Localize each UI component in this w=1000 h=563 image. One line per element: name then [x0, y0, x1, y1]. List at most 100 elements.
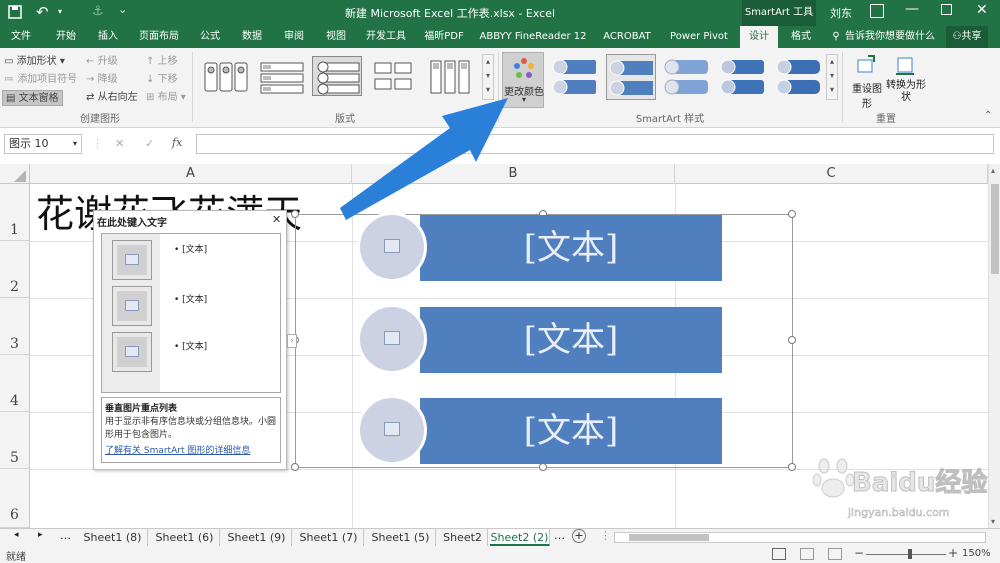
smartart-text-shape-1[interactable]: [文本]	[420, 215, 722, 281]
picture-placeholder-icon[interactable]	[384, 331, 400, 345]
move-up-button[interactable]: ↑ 上移	[146, 54, 178, 70]
zoom-slider-thumb[interactable]	[908, 549, 912, 559]
style-gallery-item-2-selected[interactable]	[606, 54, 656, 100]
cancel-icon[interactable]: ✕	[115, 137, 124, 150]
add-shape-button[interactable]: ▭ 添加形状 ▾	[4, 54, 65, 70]
style-gallery-item-4[interactable]	[718, 54, 768, 100]
normal-view-icon[interactable]	[772, 548, 786, 560]
scroll-up-icon[interactable]: ▴	[991, 166, 995, 175]
maximize-icon[interactable]	[941, 4, 952, 15]
tab-file[interactable]: 文件	[2, 26, 40, 48]
text-pane-bullet-2[interactable]: • [文本]	[174, 292, 207, 305]
scroll-tabs-left-icon[interactable]: ◂	[14, 530, 19, 540]
close-icon[interactable]: ✕	[976, 2, 988, 18]
tab-developer[interactable]: 开发工具	[360, 26, 412, 48]
picture-placeholder-icon[interactable]	[384, 422, 400, 436]
undo-icon[interactable]: ↶	[36, 3, 54, 21]
zoom-level[interactable]: 150%	[962, 548, 991, 559]
tab-insert[interactable]: 插入	[88, 26, 128, 48]
share-button[interactable]: ⚇共享	[946, 26, 988, 48]
text-pane-bullet-1[interactable]: • [文本]	[174, 242, 207, 255]
customize-qat-icon[interactable]: ⌄	[118, 3, 127, 16]
style-gallery-scroll[interactable]: ▴ ▾ ▾	[826, 54, 838, 100]
style-gallery-item-1[interactable]	[550, 54, 600, 100]
text-pane-picture-thumb-1[interactable]	[112, 240, 152, 280]
resize-handle[interactable]	[291, 463, 299, 471]
save-icon[interactable]	[8, 5, 22, 19]
tab-abbyy[interactable]: ABBYY FineReader 12	[478, 26, 588, 48]
vertical-scrollbar-thumb[interactable]	[991, 184, 999, 274]
sheet-tab[interactable]: Sheet1 (8)	[78, 529, 148, 546]
scroll-down-icon[interactable]: ▾	[991, 517, 995, 526]
close-icon[interactable]: ✕	[272, 213, 281, 226]
demote-button[interactable]: → 降级	[86, 72, 118, 88]
tab-formulas[interactable]: 公式	[192, 26, 228, 48]
formula-input[interactable]	[196, 134, 994, 154]
enter-icon[interactable]: ✓	[145, 137, 154, 150]
picture-placeholder-icon[interactable]	[384, 239, 400, 253]
page-break-view-icon[interactable]	[828, 548, 842, 560]
sheet-tab[interactable]: Sheet2	[438, 529, 488, 546]
row-header-1[interactable]: 1	[0, 184, 30, 241]
more-sheets-icon[interactable]: …	[60, 529, 71, 542]
column-header-a[interactable]: A	[30, 164, 352, 184]
horizontal-scrollbar-thumb[interactable]	[629, 534, 709, 541]
tab-data[interactable]: 数据	[234, 26, 270, 48]
page-layout-view-icon[interactable]	[800, 548, 814, 560]
tell-me-box[interactable]: 告诉我你想要做什么	[842, 26, 938, 48]
tab-review[interactable]: 审阅	[276, 26, 312, 48]
collapse-ribbon-icon[interactable]: ⌃	[984, 110, 992, 121]
right-to-left-button[interactable]: ⇄ 从右向左	[86, 90, 138, 106]
layout-gallery-item-2[interactable]	[256, 56, 306, 96]
smartart-text-shape-3[interactable]: [文本]	[420, 398, 722, 464]
layout-gallery-item-1[interactable]	[200, 56, 250, 96]
layout-button[interactable]: ⊞ 布局 ▾	[146, 90, 186, 106]
vertical-scrollbar[interactable]: ▴ ▾	[988, 164, 1000, 528]
row-header-6[interactable]: 6	[0, 469, 30, 528]
fx-icon[interactable]: fx	[172, 136, 182, 149]
move-down-button[interactable]: ↓ 下移	[146, 72, 178, 88]
zoom-slider[interactable]	[866, 554, 946, 555]
add-bullet-button[interactable]: ≔ 添加项目符号	[4, 72, 77, 88]
resize-handle[interactable]	[788, 463, 796, 471]
resize-handle[interactable]	[788, 210, 796, 218]
sheet-tab[interactable]: Sheet1 (6)	[150, 529, 220, 546]
reset-graphic-button[interactable]: 重设图形	[848, 54, 886, 110]
tab-home[interactable]: 开始	[46, 26, 86, 48]
text-pane-edit-area[interactable]: • [文本] • [文本] • [文本]	[101, 233, 281, 393]
style-gallery-item-3[interactable]	[662, 54, 712, 100]
zoom-out-icon[interactable]: −	[854, 546, 864, 560]
style-gallery-item-5[interactable]	[774, 54, 824, 100]
tab-foxit-pdf[interactable]: 福昕PDF	[418, 26, 470, 48]
tab-page-layout[interactable]: 页面布局	[132, 26, 186, 48]
zoom-in-icon[interactable]: +	[948, 546, 958, 560]
resize-handle[interactable]	[291, 210, 299, 218]
tab-acrobat[interactable]: ACROBAT	[596, 26, 658, 48]
more-sheets-icon[interactable]: …	[554, 529, 565, 542]
tab-power-pivot[interactable]: Power Pivot	[666, 26, 732, 48]
row-header-4[interactable]: 4	[0, 355, 30, 412]
tab-format[interactable]: 格式	[784, 26, 818, 48]
user-name[interactable]: 刘东	[830, 5, 852, 21]
redo-icon[interactable]: ⚓	[92, 3, 106, 21]
ribbon-display-options-icon[interactable]	[870, 4, 884, 18]
smartart-text-shape-2[interactable]: [文本]	[420, 307, 722, 373]
select-all-button[interactable]	[0, 164, 30, 184]
name-box[interactable]: 图示 10 ▾	[4, 134, 82, 154]
tab-view[interactable]: 视图	[318, 26, 354, 48]
tab-splitter-icon[interactable]: ⋮	[600, 529, 611, 542]
resize-handle[interactable]	[539, 463, 547, 471]
undo-dropdown-icon[interactable]: ▾	[58, 7, 66, 16]
resize-handle[interactable]	[788, 336, 796, 344]
new-sheet-icon[interactable]: +	[572, 529, 586, 543]
learn-more-link[interactable]: 了解有关 SmartArt 图形的详细信息	[105, 443, 277, 456]
scroll-tabs-right-icon[interactable]: ▸	[38, 530, 43, 540]
horizontal-scrollbar[interactable]	[614, 532, 986, 543]
row-header-2[interactable]: 2	[0, 241, 30, 298]
text-pane-picture-thumb-3[interactable]	[112, 332, 152, 372]
sheet-tab[interactable]: Sheet1 (7)	[294, 529, 364, 546]
sheet-tab-active[interactable]: Sheet2 (2)	[490, 529, 550, 546]
sheet-tab[interactable]: Sheet1 (9)	[222, 529, 292, 546]
row-header-3[interactable]: 3	[0, 298, 30, 355]
text-pane-picture-thumb-2[interactable]	[112, 286, 152, 326]
